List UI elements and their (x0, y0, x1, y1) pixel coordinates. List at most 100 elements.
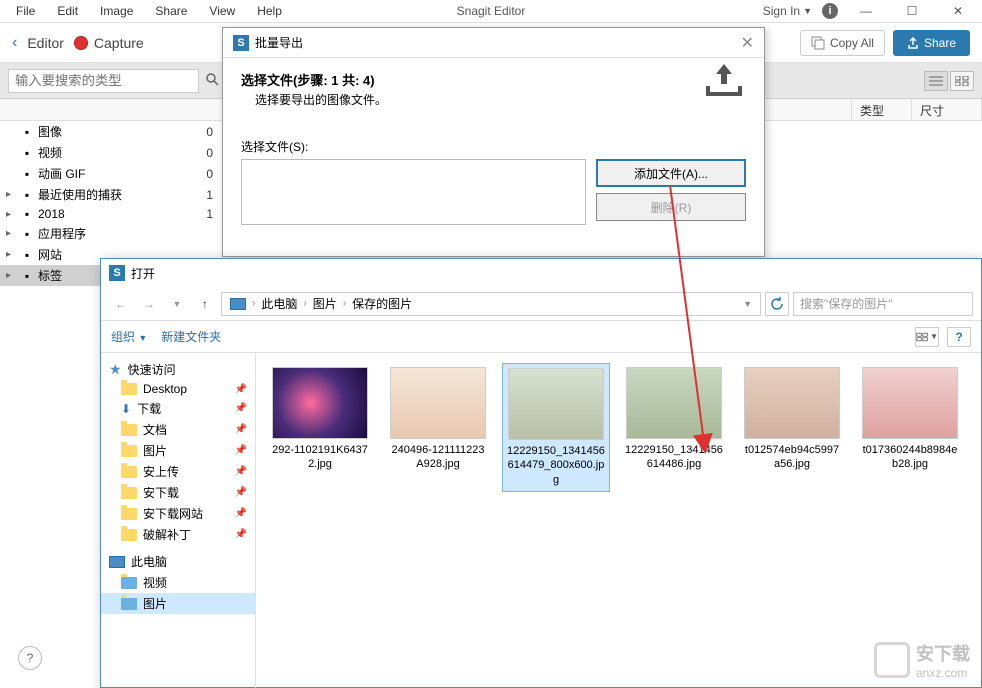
delete-files-button[interactable]: 删除(R) (596, 193, 746, 221)
share-button[interactable]: Share (893, 30, 970, 56)
thumbnail-image (744, 367, 840, 439)
library-item[interactable]: ▸▪应用程序 (0, 223, 225, 244)
nav-this-pc[interactable]: 此电脑 (101, 551, 255, 572)
breadcrumb-segment[interactable]: 保存的图片 (348, 295, 416, 312)
organize-menu[interactable]: 组织 ▼ (111, 328, 147, 345)
nav-item[interactable]: 视频 (101, 572, 255, 593)
thumbnail-label: 12229150_1341456614486.jpg (624, 443, 724, 472)
nav-quick-access[interactable]: ★ 快速访问 (101, 359, 255, 380)
col-type[interactable]: 类型 (852, 99, 912, 120)
pc-icon (109, 556, 125, 568)
nav-item[interactable]: 安上传📌 (101, 461, 255, 482)
folder-icon: ▪ (20, 208, 34, 220)
help-button[interactable]: ? (18, 646, 42, 670)
editor-label[interactable]: Editor (27, 35, 64, 51)
nav-forward-button[interactable]: → (137, 292, 161, 316)
batch-dialog-title: 批量导出 (255, 34, 303, 51)
menu-view[interactable]: View (199, 1, 245, 21)
watermark-icon (874, 642, 910, 678)
help-icon-button[interactable]: ? (947, 327, 971, 347)
library-item[interactable]: ▪视频0 (0, 142, 225, 163)
pin-icon: 📌 (235, 466, 247, 477)
pc-icon (230, 298, 246, 310)
refresh-button[interactable] (765, 292, 789, 316)
nav-up-button[interactable]: ↑ (193, 292, 217, 316)
thumbnail-image (390, 367, 486, 439)
video-icon: ▪ (20, 147, 34, 159)
file-thumbnail[interactable]: 240496-121111223A928.jpg (384, 363, 492, 476)
library-item[interactable]: ▪图像0 (0, 121, 225, 142)
maximize-button[interactable]: ☐ (894, 1, 930, 21)
library-item[interactable]: ▸▪20181 (0, 205, 225, 223)
file-thumbnail[interactable]: 12229150_1341456614479_800x600.jpg (502, 363, 610, 492)
thumbnail-label: t012574eb94c5997a56.jpg (742, 443, 842, 472)
close-button[interactable]: ✕ (940, 1, 976, 21)
globe-icon: ▪ (20, 249, 34, 261)
breadcrumb[interactable]: › 此电脑 › 图片 › 保存的图片 ▼ (221, 292, 761, 316)
pin-icon: 📌 (235, 529, 247, 540)
open-dialog-titlebar: S 打开 (101, 259, 981, 287)
list-view-toggle[interactable] (924, 71, 948, 91)
menu-file[interactable]: File (6, 1, 45, 21)
thumbnail-image (272, 367, 368, 439)
nav-item[interactable]: 安下载📌 (101, 482, 255, 503)
menu-image[interactable]: Image (90, 1, 143, 21)
nav-back-button[interactable]: ← (109, 292, 133, 316)
file-thumbnail[interactable]: t017360244b8984eb28.jpg (856, 363, 964, 476)
breadcrumb-segment[interactable]: 此电脑 (257, 295, 301, 312)
menu-help[interactable]: Help (247, 1, 292, 21)
sign-in-link[interactable]: Sign In ▼ (763, 4, 812, 18)
selected-files-list[interactable] (241, 159, 586, 225)
breadcrumb-segment[interactable]: 图片 (309, 295, 341, 312)
batch-dialog-titlebar: S 批量导出 ✕ (223, 28, 764, 58)
info-icon[interactable]: i (822, 3, 838, 19)
open-search-input[interactable]: 搜索"保存的图片" (793, 292, 973, 316)
new-folder-button[interactable]: 新建文件夹 (161, 328, 221, 345)
batch-export-dialog: S 批量导出 ✕ 选择文件(步骤: 1 共: 4) 选择要导出的图像文件。 选择… (222, 27, 765, 257)
library-item[interactable]: ▪动画 GIF0 (0, 163, 225, 184)
col-size[interactable]: 尺寸 (912, 99, 982, 120)
pin-icon: 📌 (235, 508, 247, 519)
folder-icon (121, 445, 137, 457)
nav-recent-button[interactable]: ▼ (165, 292, 189, 316)
library-item[interactable]: ▸▪最近使用的捕获1 (0, 184, 225, 205)
menu-share[interactable]: Share (145, 1, 197, 21)
camera-icon: ▪ (20, 126, 34, 138)
pin-icon: 📌 (235, 445, 247, 456)
nav-item[interactable]: 图片📌 (101, 440, 255, 461)
grid-view-toggle[interactable] (950, 71, 974, 91)
star-icon: ★ (109, 361, 122, 378)
add-files-button[interactable]: 添加文件(A)... (596, 159, 746, 187)
menubar: File Edit Image Share View Help Snagit E… (0, 0, 982, 23)
search-icon[interactable] (205, 72, 219, 89)
thumbnail-label: 12229150_1341456614479_800x600.jpg (507, 444, 605, 487)
pin-icon: 📌 (235, 424, 247, 435)
batch-close-button[interactable]: ✕ (741, 33, 754, 53)
nav-item[interactable]: ⬇下载📌 (101, 398, 255, 419)
back-arrow-icon[interactable]: ‹ (12, 34, 17, 52)
file-thumbnail[interactable]: t012574eb94c5997a56.jpg (738, 363, 846, 476)
nav-item[interactable]: 文档📌 (101, 419, 255, 440)
folder-icon (121, 577, 137, 589)
folder-icon (121, 487, 137, 499)
pin-icon: 📌 (235, 384, 247, 395)
select-files-label: 选择文件(S): (241, 138, 746, 155)
minimize-button[interactable]: — (848, 1, 884, 21)
nav-item[interactable]: 破解补丁📌 (101, 524, 255, 545)
menu-edit[interactable]: Edit (47, 1, 88, 21)
folder-icon (121, 598, 137, 610)
copy-all-button[interactable]: Copy All (800, 30, 885, 56)
nav-item[interactable]: Desktop📌 (101, 380, 255, 398)
app-title: Snagit Editor (457, 4, 526, 18)
pin-icon: 📌 (235, 487, 247, 498)
nav-item[interactable]: 安下载网站📌 (101, 503, 255, 524)
file-thumbnail[interactable]: 292-1102191K64372.jpg (266, 363, 374, 476)
capture-button[interactable]: Capture (74, 35, 144, 51)
view-options-button[interactable]: ▼ (915, 327, 939, 347)
pin-icon: 📌 (235, 403, 247, 414)
folder-icon (121, 383, 137, 395)
tag-icon: ▪ (20, 270, 34, 282)
search-input[interactable] (8, 69, 199, 93)
file-thumbnail[interactable]: 12229150_1341456614486.jpg (620, 363, 728, 476)
nav-item[interactable]: 图片 (101, 593, 255, 614)
